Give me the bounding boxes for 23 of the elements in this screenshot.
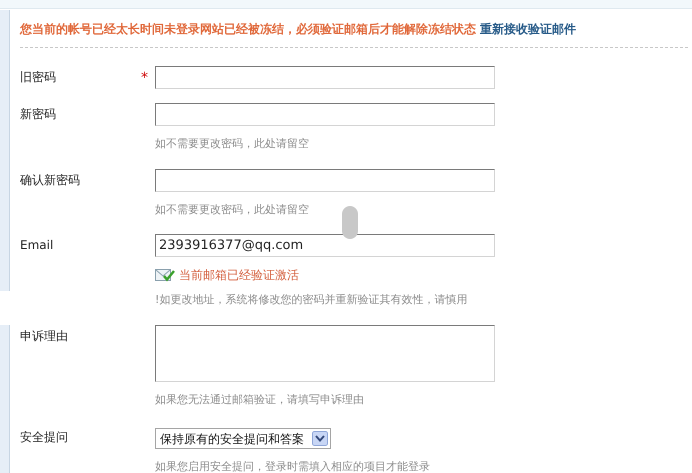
password-field[interactable] xyxy=(155,103,495,126)
field-label: 安全提问 xyxy=(20,430,68,446)
field-label: 新密码 xyxy=(20,107,56,123)
field-label: 确认新密码 xyxy=(20,172,80,188)
field-label: 旧密码 xyxy=(20,70,56,86)
field-label: Email xyxy=(20,238,54,254)
field-hint: !如更改地址，系统将修改您的密码并重新验证其有效性，请慎用 xyxy=(155,292,468,308)
resend-verification-link[interactable]: 重新接收验证邮件 xyxy=(480,20,576,38)
mail-check-icon xyxy=(155,268,175,282)
email-field[interactable]: 2393916377@qq.com xyxy=(155,234,495,257)
field-hint: 如果您无法通过邮箱验证，请填写申诉理由 xyxy=(155,392,365,408)
password-field[interactable] xyxy=(155,66,495,89)
scroll-indicator xyxy=(342,206,358,239)
security-question-select[interactable]: 保持原有的安全提问和答案 xyxy=(155,428,331,449)
password-field[interactable] xyxy=(155,168,495,192)
field-hint: 如果您启用安全提问，登录时需填入相应的项目才能登录 xyxy=(155,459,430,473)
appeal-textarea[interactable] xyxy=(155,324,495,382)
email-verified-status: 当前邮箱已经验证激活 xyxy=(179,267,299,284)
field-hint: 如不需要更改密码，此处请留空 xyxy=(155,136,310,152)
frozen-account-notice: 您当前的帐号已经太长时间未登录网站已经被冻结，必须验证邮箱后才能解除冻结状态 xyxy=(20,21,476,38)
required-mark: * xyxy=(141,69,148,88)
field-hint: 如不需要更改密码，此处请留空 xyxy=(155,202,310,218)
field-label: 申诉理由 xyxy=(20,328,68,344)
